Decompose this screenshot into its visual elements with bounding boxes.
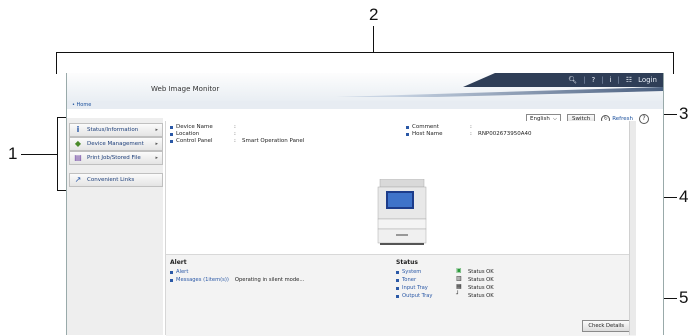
status-label[interactable]: System [402, 269, 421, 275]
callout-2: 2 [369, 5, 379, 24]
callout-2-bracket [56, 52, 674, 53]
status-label[interactable]: Input Tray [402, 285, 428, 291]
scrollbar[interactable] [629, 121, 636, 335]
grid-icon[interactable]: ☷ [626, 76, 632, 84]
printer-image [377, 179, 427, 245]
search-icon[interactable]: 🔍︎ [568, 76, 577, 84]
output-tray-icon: ┘ [456, 291, 460, 298]
header-bar: 🔍︎ | ? | i | ☷ Login Web Image Monitor [67, 73, 663, 101]
help-icon[interactable]: ? [639, 114, 649, 124]
status-row: System [396, 269, 421, 275]
info-row: Control Panel: Smart Operation Panel [170, 138, 304, 145]
home-link[interactable]: • Home [72, 101, 91, 109]
info-row: Location: [170, 131, 304, 138]
info-row: Comment: [406, 124, 532, 131]
info-icon[interactable]: i [610, 76, 612, 84]
document-icon: ▤ [74, 153, 82, 162]
app-title: Web Image Monitor [151, 85, 220, 93]
callout-2-bracket-right [673, 52, 674, 74]
messages-row: Messages (1item(s)) Operating in silent … [170, 277, 304, 283]
status-value: Status OK [468, 285, 494, 291]
status-label[interactable]: Output Tray [402, 293, 432, 299]
status-value: Status OK [468, 293, 494, 299]
sidebar-item-status-information[interactable]: i Status/Information ▸ [69, 123, 163, 137]
info-row: Host Name: RNP002673950A40 [406, 131, 532, 138]
sidebar-item-label: Convenient Links [87, 177, 135, 183]
chevron-right-icon: ▸ [155, 155, 158, 161]
sidebar: i Status/Information ▸ ◆ Device Manageme… [67, 118, 163, 335]
sidebar-item-label: Status/Information [87, 127, 139, 133]
sidebar-item-convenient-links[interactable]: ↗ Convenient Links [69, 173, 163, 187]
callout-4: 4 [679, 187, 689, 206]
info-icon: i [76, 125, 80, 134]
status-label[interactable]: Toner [402, 277, 416, 283]
check-details-button[interactable]: Check Details [582, 320, 630, 332]
info-row: Device Name: [170, 124, 304, 131]
chevron-right-icon: ▸ [155, 141, 158, 147]
callout-3: 3 [679, 104, 689, 123]
callout-5: 5 [679, 288, 689, 307]
status-row: Output Tray [396, 293, 432, 299]
alert-link[interactable]: Alert [176, 269, 188, 275]
login-link[interactable]: Login [638, 76, 657, 84]
web-image-monitor-screen: 🔍︎ | ? | i | ☷ Login Web Image Monitor •… [66, 73, 664, 336]
messages-text: Operating in silent mode... [234, 277, 305, 283]
sidebar-item-print-job[interactable]: ▤ Print Job/Stored File ▸ [69, 151, 163, 165]
status-panel: Alert Alert Messages (1item(s)) Operatin… [166, 254, 636, 336]
alert-link-row: Alert [170, 269, 188, 275]
status-row: Input Tray [396, 285, 428, 291]
callout-1: 1 [8, 144, 18, 163]
input-tray-icon: ▦ [456, 283, 462, 290]
sidebar-item-device-management[interactable]: ◆ Device Management ▸ [69, 137, 163, 151]
callout-2-bracket-left [56, 52, 57, 74]
device-info-left: Device Name: Location: Control Panel: Sma… [170, 124, 304, 145]
sidebar-item-label: Print Job/Stored File [87, 155, 141, 161]
status-value: Status OK [468, 269, 494, 275]
callout-2-line [373, 26, 374, 53]
link-arrow-icon: ↗ [74, 175, 82, 184]
callout-1-bracket [57, 117, 58, 191]
callout-1-line [21, 154, 57, 155]
device-info-right: Comment: Host Name: RNP002673950A40 [406, 124, 532, 138]
status-title: Status [396, 259, 418, 266]
messages-link[interactable]: Messages (1item(s)) [176, 277, 229, 283]
sidebar-item-label: Device Management [87, 141, 144, 147]
breadcrumb: • Home [67, 101, 663, 109]
chevron-right-icon: ▸ [155, 127, 158, 133]
header-icons: 🔍︎ | ? | i | ☷ Login [568, 76, 657, 84]
status-value: Status OK [468, 277, 494, 283]
diamond-icon: ◆ [74, 139, 82, 148]
alert-title: Alert [170, 259, 187, 266]
system-icon: ▣ [456, 267, 462, 274]
help-icon[interactable]: ? [591, 76, 595, 84]
toner-icon: ▥ [456, 275, 462, 282]
status-row: Toner [396, 277, 416, 283]
main-content: Device Name: Location: Control Panel: Sma… [165, 121, 636, 336]
